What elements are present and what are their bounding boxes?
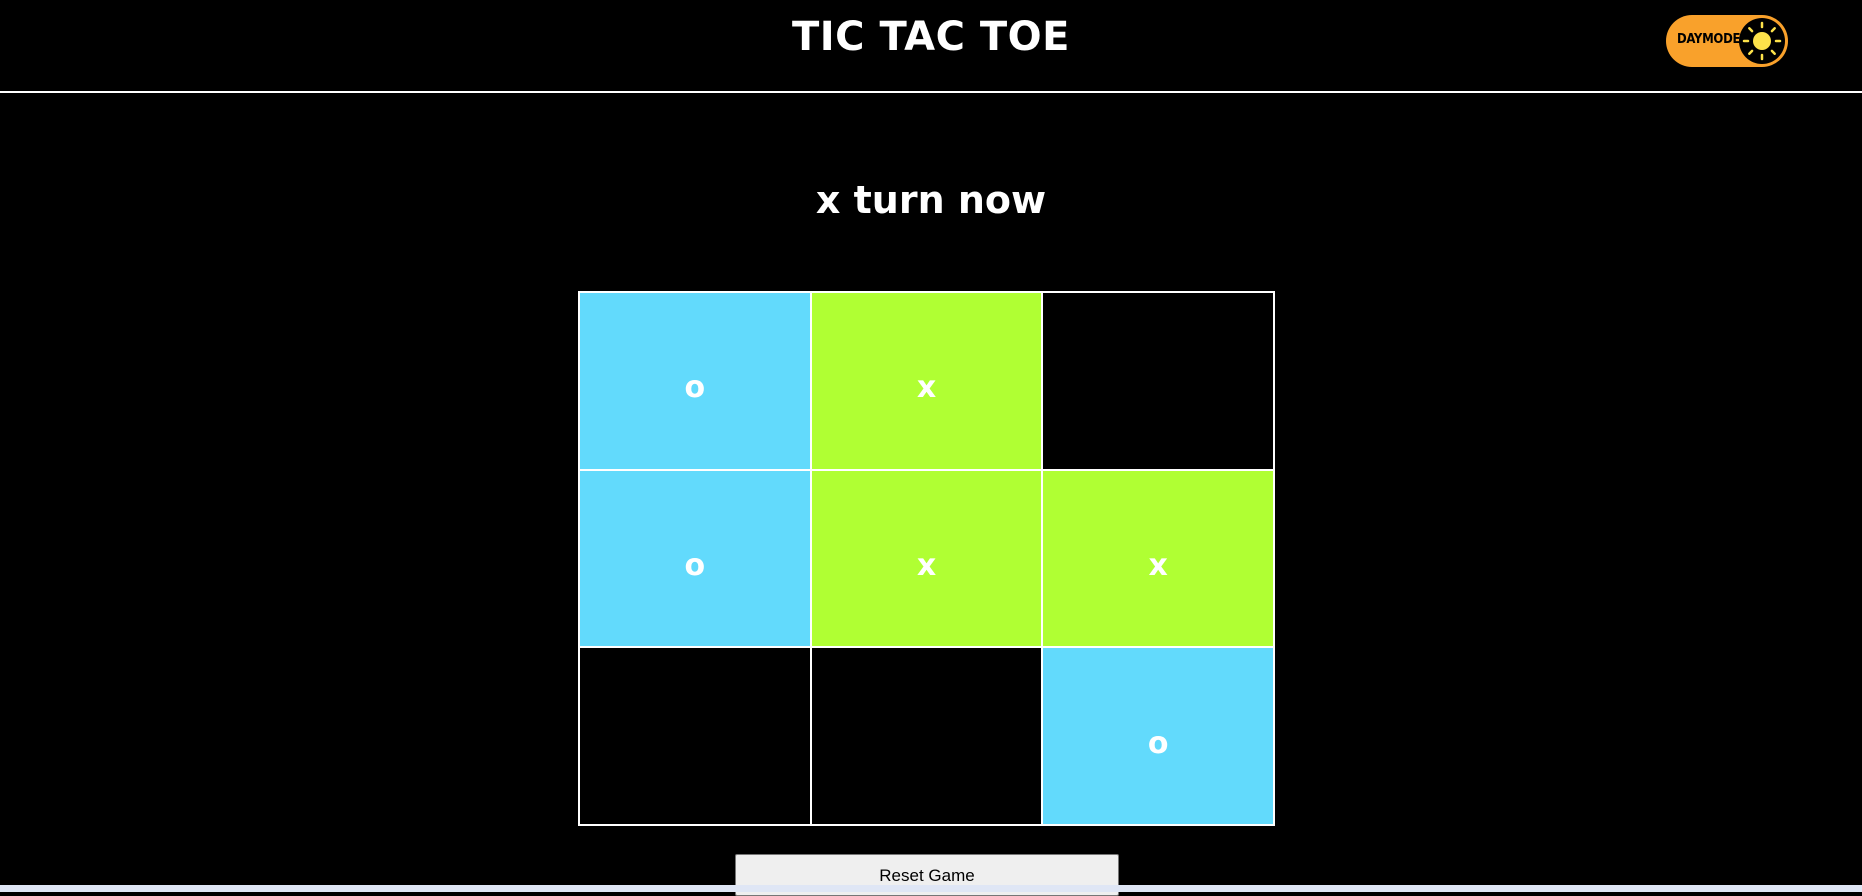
sun-icon <box>1739 18 1785 64</box>
cell-mark: o <box>684 547 706 583</box>
page-title: TIC TAC TOE <box>792 14 1070 60</box>
cell-mark: o <box>1147 725 1169 761</box>
board-cell[interactable] <box>579 647 811 825</box>
board-cell[interactable]: o <box>579 292 811 470</box>
page-bottom-edge <box>0 885 1862 892</box>
daymode-label: DAYMODE <box>1677 32 1741 47</box>
board-cell[interactable]: o <box>1042 647 1274 825</box>
board-cell[interactable]: x <box>810 469 1043 648</box>
cell-mark: o <box>684 370 706 406</box>
cell-mark: x <box>1148 547 1168 583</box>
daymode-toggle[interactable]: DAYMODE <box>1666 15 1788 67</box>
board-cell[interactable]: o <box>579 469 811 648</box>
cell-mark: x <box>916 547 937 583</box>
board-cell[interactable] <box>1042 292 1274 470</box>
cell-mark: x <box>916 370 937 406</box>
turn-status: x turn now <box>815 178 1047 222</box>
header: TIC TAC TOE DAYMODE <box>0 0 1862 93</box>
board-cell[interactable]: x <box>810 292 1043 470</box>
game-board: o x o x x o <box>578 291 1275 826</box>
board-cell[interactable]: x <box>1042 469 1274 648</box>
board-cell[interactable] <box>810 647 1043 825</box>
